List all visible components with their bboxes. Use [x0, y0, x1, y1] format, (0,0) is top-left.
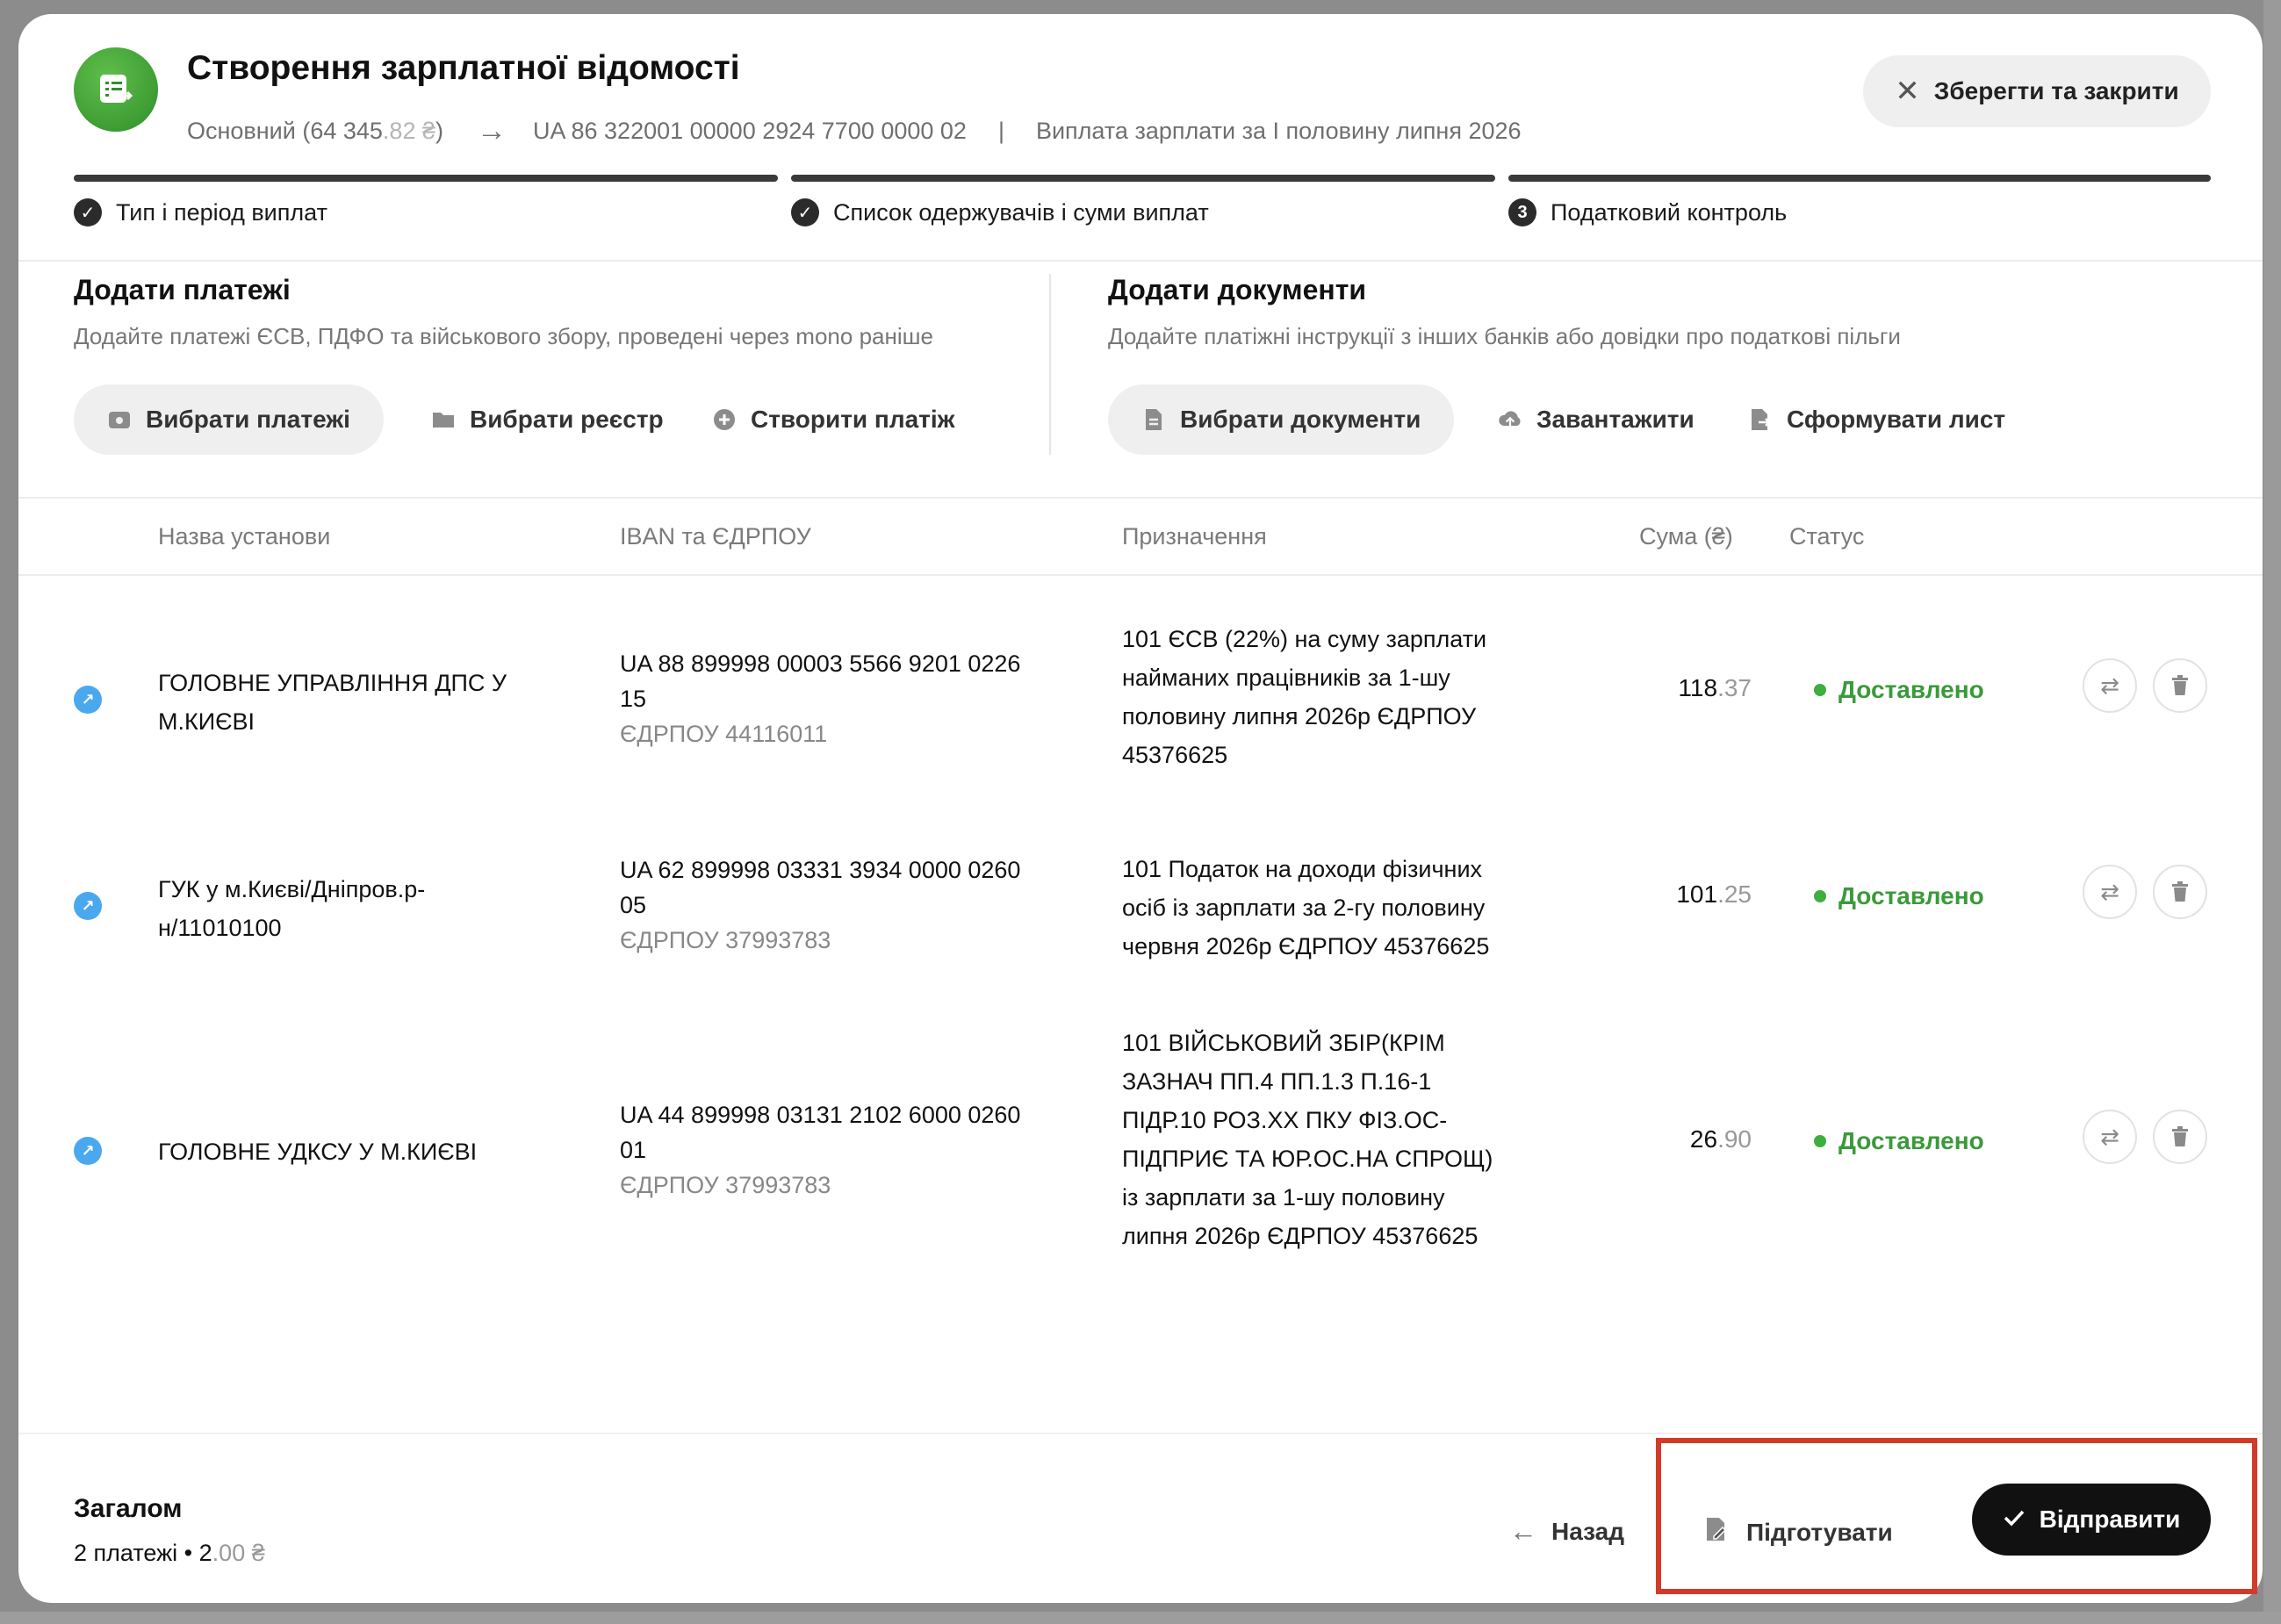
cloud-upload-icon [1498, 407, 1522, 432]
delete-button[interactable] [2153, 658, 2207, 713]
close-icon: ✕ [1895, 75, 1920, 108]
status-badge: Доставлено [1814, 676, 1984, 704]
add-documents-title: Додати документи [1108, 274, 1367, 305]
repeat-payment-button[interactable]: ⇄ [2083, 658, 2137, 713]
modal-title: Створення зарплатної відомості [187, 49, 740, 87]
status-dot [1814, 1135, 1826, 1147]
payroll-sheet-icon [74, 47, 158, 132]
institution-name: ГОЛОВНЕ УПРАВЛІННЯ ДПС У М.КИЄВІ [158, 670, 507, 735]
external-link-icon[interactable]: ↗ [74, 1137, 102, 1165]
save-and-close-button[interactable]: ✕ Зберегти та закрити [1863, 55, 2211, 127]
step-number-icon: 3 [1508, 198, 1536, 226]
iban-cell: UA 88 899998 00003 5566 9201 0226 15 ЄДР… [620, 650, 1021, 747]
purpose-cell: 101 ЄСВ (22%) на суму зарплати найманих … [1122, 626, 1487, 768]
total-summary: 2 платежі • 2.00 ₴ [74, 1540, 265, 1566]
repeat-payment-button[interactable]: ⇄ [2083, 865, 2137, 919]
check-circle-icon: ✓ [791, 198, 819, 226]
generate-letter-button[interactable]: Сформувати лист [1748, 384, 2005, 455]
col-header-amount: Сума (₴) [1639, 523, 1733, 550]
amount-cell: 26.90 [1689, 1125, 1752, 1153]
recipient-iban: UA 86 322001 00000 2924 7700 0000 02 [532, 118, 967, 144]
step-progress-1 [74, 175, 778, 182]
amount-cell: 101.25 [1676, 880, 1752, 908]
status-dot [1814, 684, 1826, 696]
step-progress-3 [1508, 175, 2211, 182]
repeat-payment-button[interactable]: ⇄ [2083, 1110, 2137, 1164]
amount-cell: 118.37 [1678, 674, 1752, 701]
external-link-icon[interactable]: ↗ [74, 686, 102, 714]
backdrop-edge [2263, 0, 2281, 1624]
folder-icon [431, 407, 456, 432]
trash-icon [2172, 1126, 2188, 1146]
arrow-right-icon: → [476, 114, 507, 147]
document-icon [1141, 407, 1166, 432]
col-header-institution: Назва установи [158, 523, 331, 550]
backdrop-bottom [0, 1612, 2281, 1624]
check-circle-icon: ✓ [74, 198, 102, 226]
step-progress-2 [791, 175, 1495, 182]
iban-cell: UA 62 899998 03331 3934 0000 0260 05 ЄДР… [620, 857, 1021, 953]
step-recipients[interactable]: ✓ Список одержувачів і суми виплат [791, 198, 1209, 226]
delete-button[interactable] [2153, 865, 2207, 919]
delete-button[interactable] [2153, 1110, 2207, 1164]
repeat-icon: ⇄ [2100, 878, 2119, 905]
status-badge: Доставлено [1814, 882, 1984, 910]
divider [18, 497, 2263, 499]
step-type-period[interactable]: ✓ Тип і період виплат [74, 198, 327, 226]
create-payment-button[interactable]: Створити платіж [712, 384, 955, 455]
trash-icon [2172, 881, 2188, 902]
divider: | [997, 118, 1004, 144]
iban-cell: UA 44 899998 03131 2102 6000 0260 01 ЄДР… [620, 1102, 1021, 1198]
purpose-cell: 101 Податок на доходи фізичних осіб із з… [1122, 856, 1490, 959]
payment-summary-line: Основний (64 345.82 ₴) → UA 86 322001 00… [187, 114, 1522, 148]
step-tax-control[interactable]: 3 Податковий контроль [1508, 198, 1787, 226]
col-header-status: Статус [1789, 523, 1865, 550]
section-divider [1049, 274, 1051, 455]
account-balance: Основний (64 345.82 ₴) [187, 118, 443, 144]
arrow-left-icon: ← [1509, 1515, 1537, 1547]
add-documents-description: Додайте платіжні інструкції з інших банк… [1108, 323, 1901, 349]
divider [18, 260, 2263, 262]
divider [18, 574, 2263, 576]
footer-divider [18, 1433, 2263, 1434]
upload-button[interactable]: Завантажити [1498, 384, 1695, 455]
plus-circle-icon [712, 407, 737, 432]
repeat-icon: ⇄ [2100, 672, 2119, 699]
payroll-modal: Створення зарплатної відомості Основний … [18, 14, 2263, 1603]
col-header-iban: IBAN та ЄДРПОУ [620, 523, 811, 550]
select-documents-button[interactable]: Вибрати документи [1108, 384, 1455, 455]
status-badge: Доставлено [1814, 1127, 1984, 1155]
payment-description: Виплата зарплати за I половину липня 202… [1035, 118, 1522, 144]
col-header-purpose: Призначення [1122, 523, 1267, 550]
trash-icon [2172, 675, 2188, 695]
select-registry-button[interactable]: Вибрати реєстр [431, 384, 664, 455]
total-title: Загалом [74, 1494, 183, 1523]
status-dot [1814, 890, 1826, 902]
wallet-icon [107, 407, 132, 432]
institution-name: ГУК у м.Києві/Дніпров.р- н/11010100 [158, 876, 426, 941]
document-export-icon [1748, 407, 1773, 432]
add-payments-title: Додати платежі [74, 274, 291, 305]
back-button[interactable]: ← Назад [1509, 1515, 1624, 1548]
institution-name: ГОЛОВНЕ УДКСУ У М.КИЄВІ [158, 1139, 478, 1165]
highlight-box [1656, 1438, 2257, 1594]
purpose-cell: 101 ВІЙСЬКОВИЙ ЗБІР(КРІМ ЗАЗНАЧ ПП.4 ПП.… [1122, 1030, 1493, 1249]
select-payments-button[interactable]: Вибрати платежі [74, 384, 384, 455]
repeat-icon: ⇄ [2100, 1123, 2119, 1150]
add-payments-description: Додайте платежі ЄСВ, ПДФО та військового… [74, 323, 933, 349]
external-link-icon[interactable]: ↗ [74, 892, 102, 920]
